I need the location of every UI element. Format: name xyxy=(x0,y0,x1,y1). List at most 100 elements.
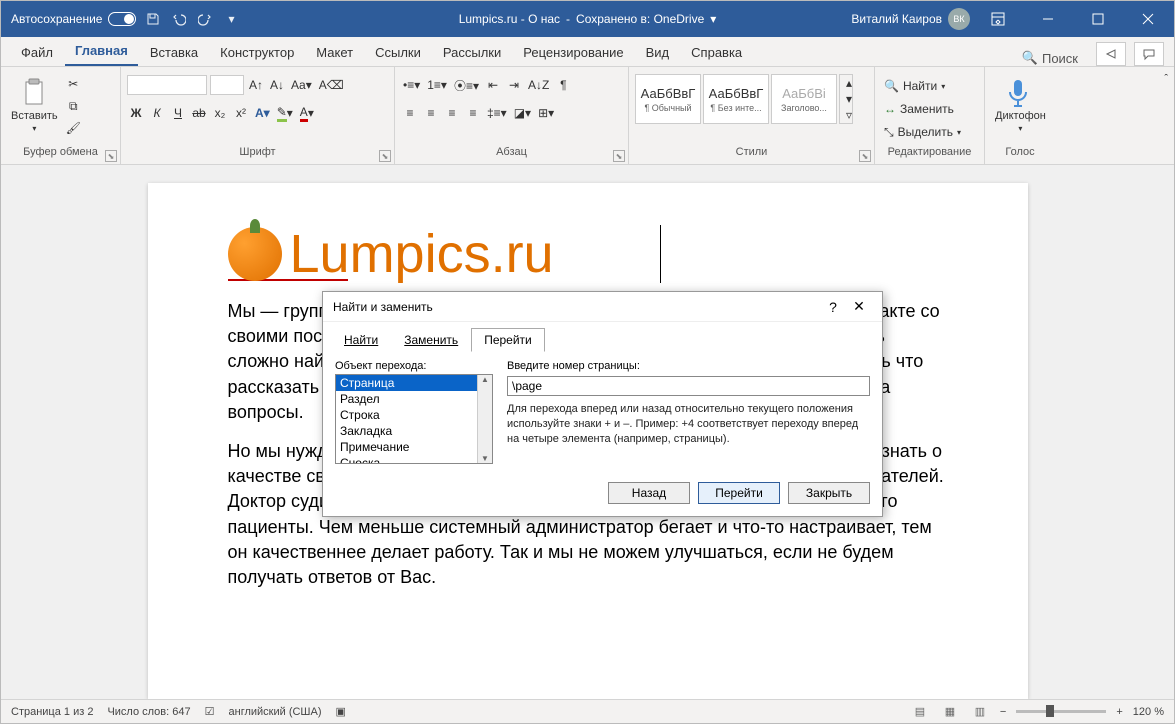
tab-insert[interactable]: Вставка xyxy=(140,39,208,66)
borders-icon[interactable]: ⊞▾ xyxy=(536,103,556,123)
status-language[interactable]: английский (США) xyxy=(229,706,322,718)
tab-help[interactable]: Справка xyxy=(681,39,752,66)
multilevel-icon[interactable]: ⦿≡▾ xyxy=(452,75,481,95)
font-color-icon[interactable]: A▾ xyxy=(298,103,316,123)
shading-icon[interactable]: ◪▾ xyxy=(512,103,533,123)
autosave-toggle[interactable]: Автосохранение xyxy=(11,12,136,26)
shrink-font-icon[interactable]: A↓ xyxy=(268,75,286,95)
minimize-button[interactable] xyxy=(1026,1,1070,37)
goto-object-list[interactable]: Страница Раздел Строка Закладка Примечан… xyxy=(335,374,493,464)
dialog-tab-goto[interactable]: Перейти xyxy=(471,328,545,352)
spellcheck-icon[interactable]: ☑ xyxy=(205,705,215,718)
align-left-icon[interactable]: ≡ xyxy=(401,103,419,123)
style-heading1[interactable]: АаБбВіЗаголово... xyxy=(771,74,837,124)
status-words[interactable]: Число слов: 647 xyxy=(107,706,190,718)
styles-launcher[interactable]: ⬊ xyxy=(859,150,871,162)
goto-item-footnote[interactable]: Сноска xyxy=(336,455,492,464)
decrease-indent-icon[interactable]: ⇤ xyxy=(484,75,502,95)
dialog-close-button[interactable]: ✕ xyxy=(846,298,872,315)
tab-view[interactable]: Вид xyxy=(636,39,680,66)
goto-item-page[interactable]: Страница xyxy=(336,375,492,391)
close-button[interactable] xyxy=(1126,1,1170,37)
goto-item-line[interactable]: Строка xyxy=(336,407,492,423)
dialog-tab-find[interactable]: Найти xyxy=(331,328,391,352)
maximize-button[interactable] xyxy=(1076,1,1120,37)
tab-file[interactable]: Файл xyxy=(11,39,63,66)
subscript-icon[interactable]: x₂ xyxy=(211,103,229,123)
goto-item-bookmark[interactable]: Закладка xyxy=(336,423,492,439)
tab-references[interactable]: Ссылки xyxy=(365,39,431,66)
comments-button[interactable] xyxy=(1134,42,1164,66)
bold-button[interactable]: Ж xyxy=(127,103,145,123)
dialog-goto-button[interactable]: Перейти xyxy=(698,482,780,504)
zoom-out-button[interactable]: − xyxy=(1000,706,1006,718)
save-icon[interactable] xyxy=(144,10,162,28)
numbering-icon[interactable]: 1≡▾ xyxy=(425,75,449,95)
zoom-slider[interactable] xyxy=(1016,710,1106,713)
replace-button[interactable]: ↔Заменить xyxy=(881,99,964,119)
font-launcher[interactable]: ⬊ xyxy=(379,150,391,162)
dialog-tab-replace[interactable]: Заменить xyxy=(391,328,471,352)
redo-icon[interactable] xyxy=(196,10,214,28)
list-scrollbar[interactable] xyxy=(477,375,492,463)
styles-gallery[interactable]: АаБбВвГ¶ Обычный АаБбВвГ¶ Без инте... Аа… xyxy=(635,74,853,124)
sort-icon[interactable]: A↓Z xyxy=(526,75,551,95)
tab-layout[interactable]: Макет xyxy=(306,39,363,66)
paragraph-launcher[interactable]: ⬊ xyxy=(613,150,625,162)
copy-icon[interactable]: ⧉ xyxy=(64,96,83,116)
goto-item-comment[interactable]: Примечание xyxy=(336,439,492,455)
change-case-icon[interactable]: Aa▾ xyxy=(289,75,314,95)
dialog-help-button[interactable]: ? xyxy=(820,299,846,315)
grow-font-icon[interactable]: A↑ xyxy=(247,75,265,95)
styles-more-icon[interactable]: ▿ xyxy=(840,107,858,123)
strike-button[interactable]: ab xyxy=(190,103,208,123)
format-painter-icon[interactable]: 🖌 xyxy=(64,118,83,138)
increase-indent-icon[interactable]: ⇥ xyxy=(505,75,523,95)
style-no-spacing[interactable]: АаБбВвГ¶ Без инте... xyxy=(703,74,769,124)
goto-input[interactable] xyxy=(507,376,870,396)
select-button[interactable]: ⤡Выделить▾ xyxy=(881,122,964,142)
print-layout-icon[interactable]: ▦ xyxy=(940,704,960,720)
collapse-ribbon-icon[interactable]: ˆ xyxy=(1158,67,1174,164)
ribbon-options-icon[interactable] xyxy=(976,1,1020,37)
font-size-input[interactable] xyxy=(210,75,244,95)
clipboard-launcher[interactable]: ⬊ xyxy=(105,150,117,162)
zoom-in-button[interactable]: + xyxy=(1116,706,1122,718)
qat-dropdown-icon[interactable]: ▾ xyxy=(222,10,240,28)
paste-button[interactable]: Вставить ▾ xyxy=(7,74,62,135)
goto-item-section[interactable]: Раздел xyxy=(336,391,492,407)
show-marks-icon[interactable]: ¶ xyxy=(554,75,572,95)
cut-icon[interactable]: ✂ xyxy=(64,74,83,94)
clear-format-icon[interactable]: A⌫ xyxy=(317,75,346,95)
search-bar[interactable]: 🔍 Поиск xyxy=(1022,50,1088,66)
styles-up-icon[interactable]: ▴ xyxy=(840,75,858,91)
dictate-button[interactable]: Диктофон ▾ xyxy=(991,74,1050,135)
avatar[interactable]: ВК xyxy=(948,8,970,30)
justify-icon[interactable]: ≡ xyxy=(464,103,482,123)
chevron-down-icon[interactable]: ▾ xyxy=(710,12,716,26)
superscript-icon[interactable]: x² xyxy=(232,103,250,123)
dialog-close-btn[interactable]: Закрыть xyxy=(788,482,870,504)
read-mode-icon[interactable]: ▤ xyxy=(910,704,930,720)
share-button[interactable] xyxy=(1096,42,1126,66)
web-layout-icon[interactable]: ▥ xyxy=(970,704,990,720)
align-center-icon[interactable]: ≡ xyxy=(422,103,440,123)
tab-home[interactable]: Главная xyxy=(65,37,138,66)
status-page[interactable]: Страница 1 из 2 xyxy=(11,706,93,718)
tab-design[interactable]: Конструктор xyxy=(210,39,304,66)
find-button[interactable]: 🔍Найти▾ xyxy=(881,76,964,96)
text-effects-icon[interactable]: A▾ xyxy=(253,103,272,123)
style-normal[interactable]: АаБбВвГ¶ Обычный xyxy=(635,74,701,124)
tab-mailings[interactable]: Рассылки xyxy=(433,39,511,66)
tab-review[interactable]: Рецензирование xyxy=(513,39,633,66)
align-right-icon[interactable]: ≡ xyxy=(443,103,461,123)
underline-button[interactable]: Ч xyxy=(169,103,187,123)
line-spacing-icon[interactable]: ‡≡▾ xyxy=(485,103,509,123)
highlight-icon[interactable]: ✎▾ xyxy=(275,103,295,123)
font-name-input[interactable] xyxy=(127,75,207,95)
undo-icon[interactable] xyxy=(170,10,188,28)
styles-down-icon[interactable]: ▾ xyxy=(840,91,858,107)
dialog-back-button[interactable]: Назад xyxy=(608,482,690,504)
macro-icon[interactable]: ▣ xyxy=(336,705,346,718)
italic-button[interactable]: К xyxy=(148,103,166,123)
